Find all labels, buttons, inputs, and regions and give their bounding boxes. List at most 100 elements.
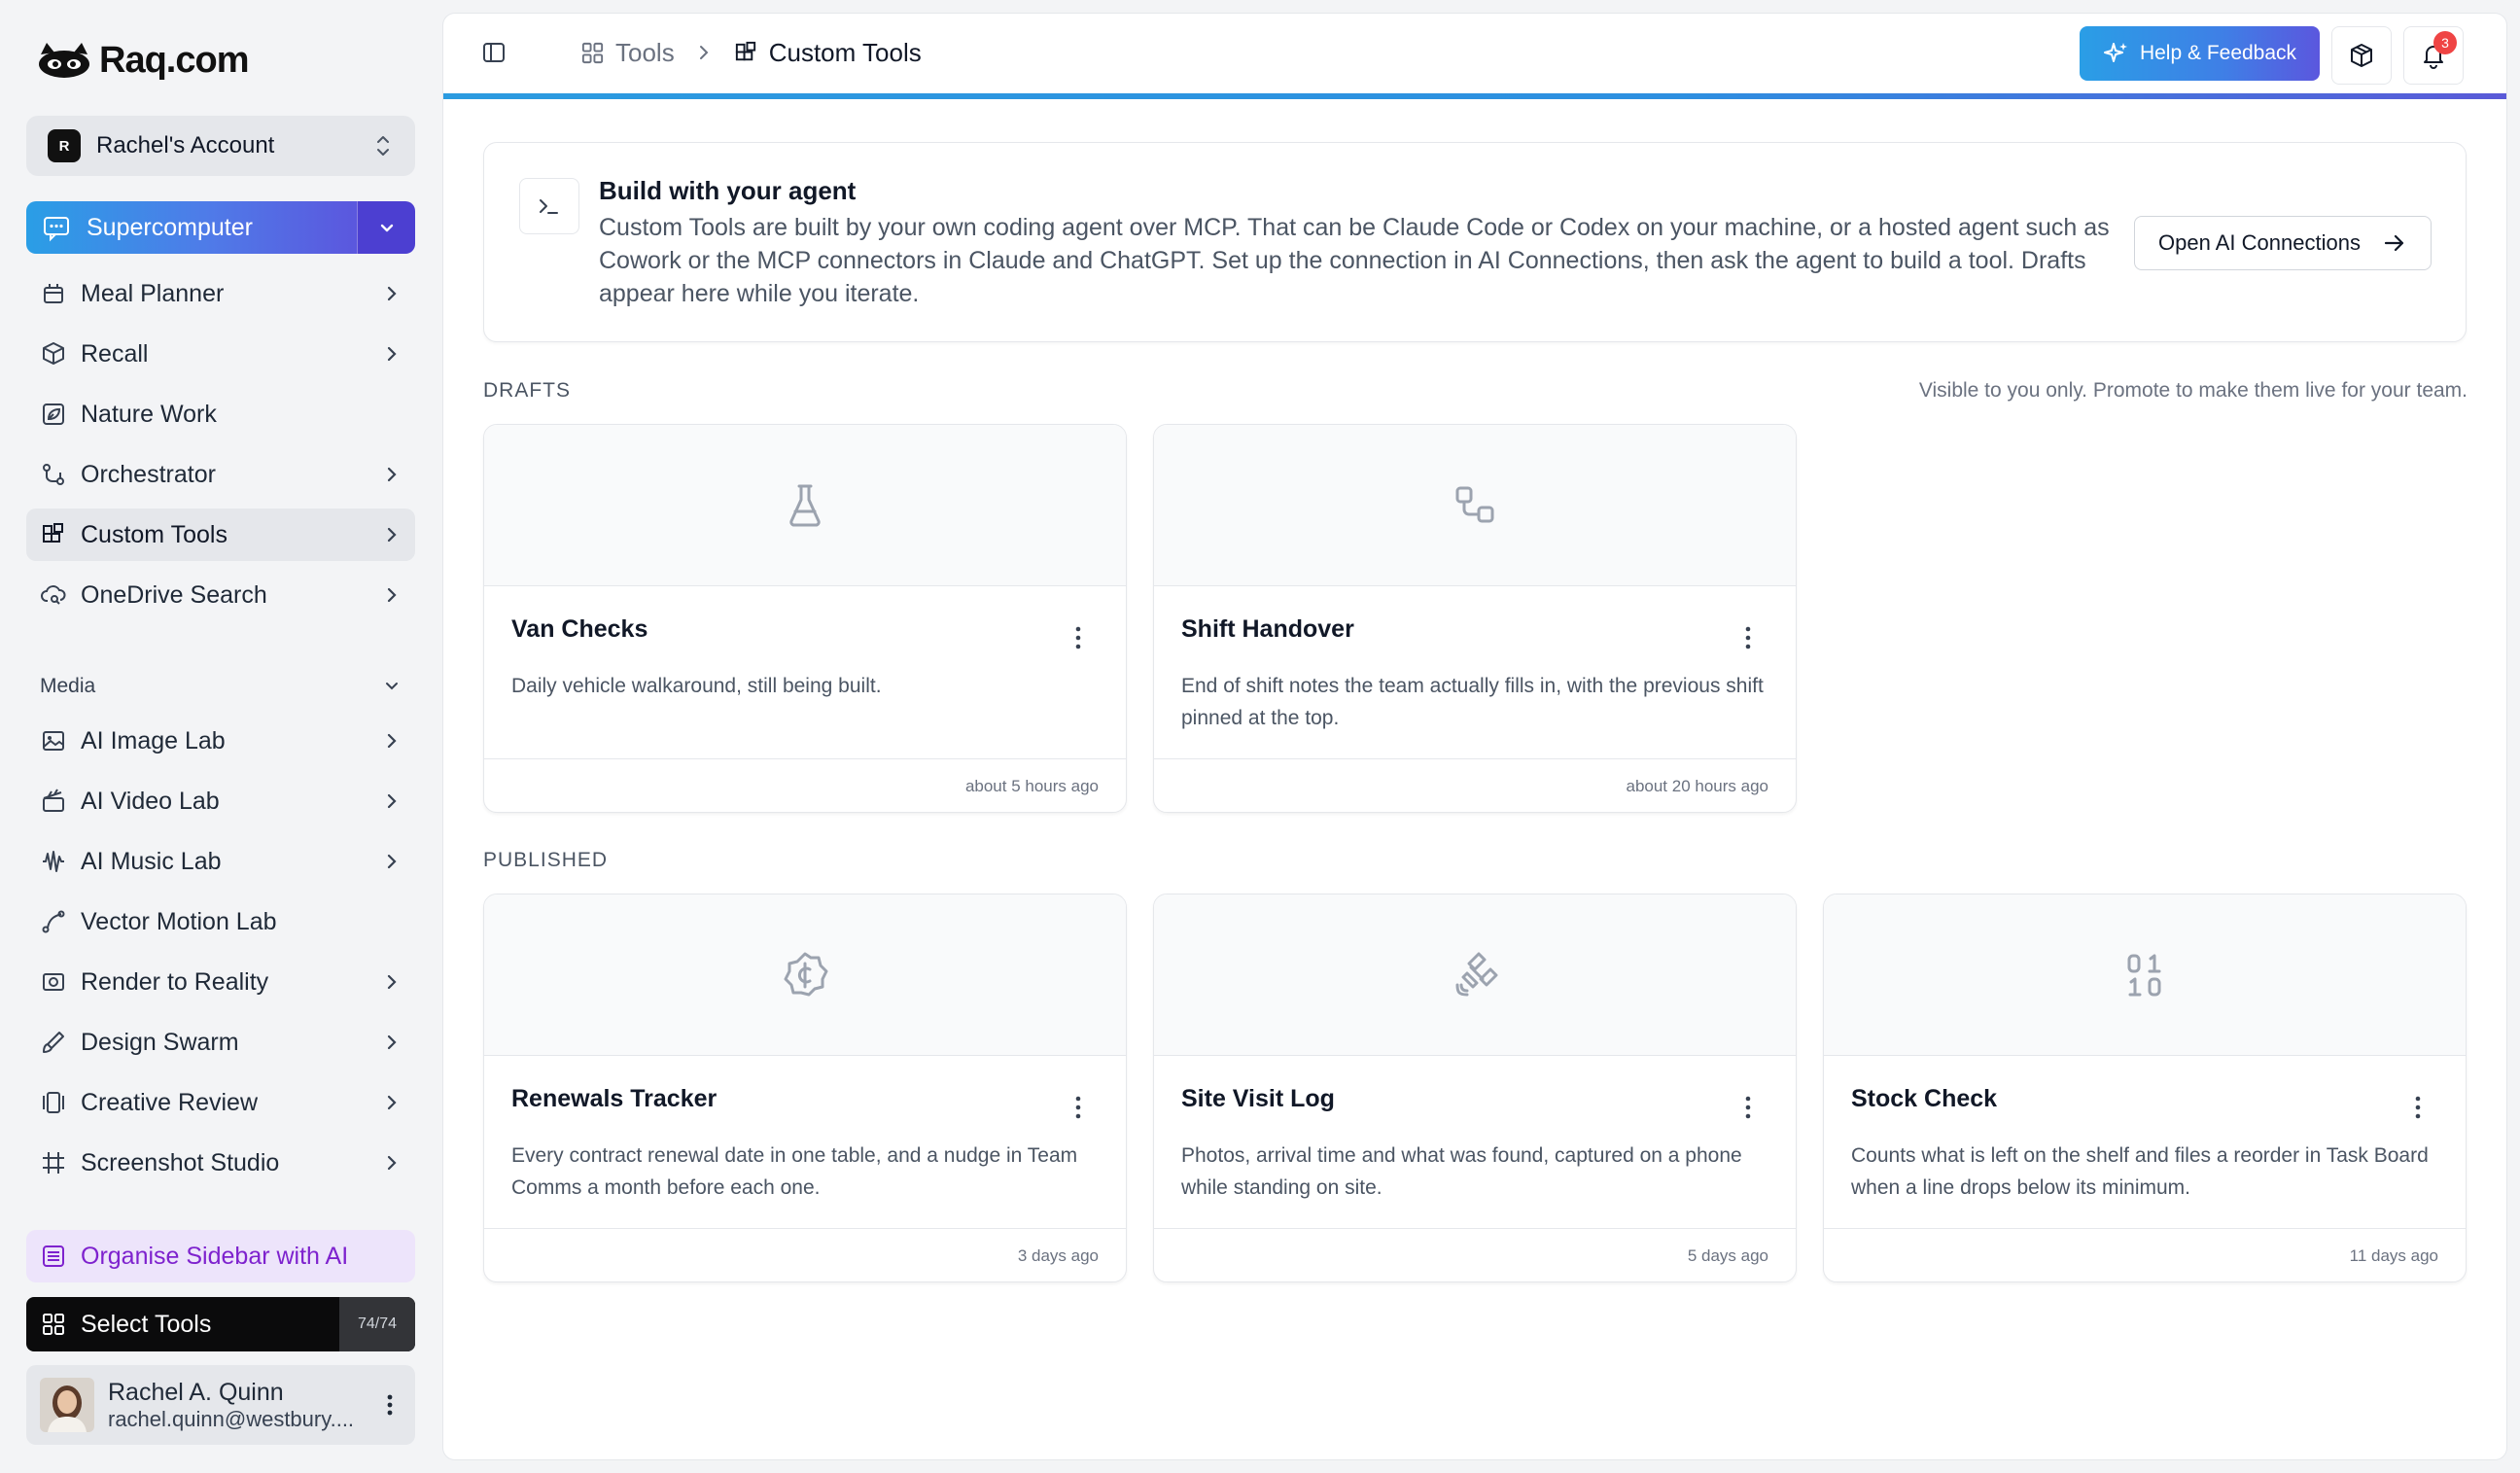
squares-link-icon <box>1455 486 1494 522</box>
render-icon <box>43 973 64 991</box>
chevron-right-icon <box>387 974 397 990</box>
user-profile[interactable]: Rachel A. Quinn rachel.quinn@westbury...… <box>26 1365 415 1445</box>
flask-icon <box>789 484 821 526</box>
more-vertical-icon[interactable] <box>378 1390 402 1420</box>
sidebar-item-meal-planner[interactable]: Meal Planner <box>26 267 415 320</box>
sidebar-item-screenshot-studio[interactable]: Screenshot Studio <box>26 1137 415 1189</box>
image-icon <box>43 731 64 751</box>
brand-name: Raq.com <box>99 39 249 81</box>
drafts-heading: DRAFTS <box>483 379 571 402</box>
breadcrumb-tools[interactable]: Tools <box>579 38 675 68</box>
sidebar-item-nature-work[interactable]: Nature Work <box>26 388 415 440</box>
tool-card-renewals-tracker[interactable]: Renewals Tracker Every contract renewal … <box>483 894 1127 1282</box>
card-footer: 11 days ago <box>1824 1228 2466 1281</box>
sidebar-item-vector-motion-lab[interactable]: Vector Motion Lab <box>26 895 415 948</box>
more-vertical-icon[interactable] <box>1073 1095 1083 1120</box>
breadcrumb-custom-tools: Custom Tools <box>733 38 922 68</box>
sidebar-item-label: Design Swarm <box>81 1028 239 1056</box>
sidebar-item-design-swarm[interactable]: Design Swarm <box>26 1016 415 1069</box>
tool-card-site-visit-log[interactable]: Site Visit Log Photos, arrival time and … <box>1153 894 1797 1282</box>
card-timestamp: 5 days ago <box>1687 1246 1768 1265</box>
sidebar-item-recall[interactable]: Recall <box>26 328 415 380</box>
sidebar-item-custom-tools[interactable]: Custom Tools <box>26 509 415 561</box>
cloud-search-icon <box>41 585 66 605</box>
sidebar-item-creative-review[interactable]: Creative Review <box>26 1076 415 1129</box>
satellite-icon <box>1455 952 1498 996</box>
chevron-right-icon <box>387 286 397 301</box>
select-tools-button[interactable]: Select Tools 74/74 <box>26 1297 415 1351</box>
chevron-right-icon <box>387 854 397 869</box>
sidebar-item-orchestrator[interactable]: Orchestrator <box>26 448 415 501</box>
card-header <box>1154 425 1796 586</box>
chevron-right-icon <box>387 587 397 603</box>
tool-card-stock-check[interactable]: Stock Check Counts what is left on the s… <box>1823 894 2467 1282</box>
tools-count-badge: 74/74 <box>339 1297 415 1351</box>
sidebar-item-label: AI Video Lab <box>81 787 220 815</box>
sidebar-item-ai-music-lab[interactable]: AI Music Lab <box>26 835 415 888</box>
chevron-right-icon <box>387 1095 397 1110</box>
leaf-icon <box>43 403 64 425</box>
chevron-right-icon <box>387 733 397 749</box>
organise-sidebar-button[interactable]: Organise Sidebar with AI <box>26 1230 415 1282</box>
page-title: Custom Tools <box>768 37 922 67</box>
media-section-toggle[interactable]: Media <box>40 675 402 698</box>
sidebar-item-label: Vector Motion Lab <box>81 907 277 935</box>
more-vertical-icon[interactable] <box>1743 625 1753 650</box>
account-switcher[interactable]: R Rachel's Account <box>26 116 415 176</box>
tool-card-shift-handover[interactable]: Shift Handover End of shift notes the te… <box>1153 424 1797 813</box>
user-name: Rachel A. Quinn <box>108 1378 284 1406</box>
chevron-right-icon <box>387 346 397 362</box>
sidebar-item-render-to-reality[interactable]: Render to Reality <box>26 956 415 1008</box>
notifications-button[interactable]: 3 <box>2403 26 2464 85</box>
more-vertical-icon[interactable] <box>1743 1095 1753 1120</box>
top-progress-bar <box>443 93 2506 99</box>
binary-icon <box>2127 954 2161 996</box>
card-header <box>484 425 1126 586</box>
tool-card-van-checks[interactable]: Van Checks Daily vehicle walkaround, sti… <box>483 424 1127 813</box>
card-title: Van Checks <box>511 615 648 643</box>
build-with-agent-callout: Build with your agent Custom Tools are b… <box>483 142 2467 342</box>
sidebar-item-label: Nature Work <box>81 400 217 428</box>
sidebar-item-label: Screenshot Studio <box>81 1148 280 1176</box>
card-description: Photos, arrival time and what was found,… <box>1181 1144 1742 1199</box>
sidebar-item-ai-image-lab[interactable]: AI Image Lab <box>26 715 415 767</box>
packages-button[interactable] <box>2331 26 2392 85</box>
card-header <box>1824 894 2466 1056</box>
sidebar-media-nav: AI Image Lab AI Video Lab AI Music Lab V… <box>26 715 415 1220</box>
sidebar-item-label: Custom Tools <box>81 520 228 548</box>
supercomputer-button[interactable]: Supercomputer <box>26 201 357 254</box>
help-feedback-button[interactable]: Help & Feedback <box>2080 26 2320 81</box>
sidebar-item-label: OneDrive Search <box>81 580 267 609</box>
more-vertical-icon[interactable] <box>1073 625 1083 650</box>
card-footer: about 5 hours ago <box>484 758 1126 812</box>
open-ai-connections-label: Open AI Connections <box>2158 230 2361 255</box>
drafts-note: Visible to you only. Promote to make the… <box>1918 379 2468 402</box>
chevron-right-icon <box>387 1155 397 1171</box>
sidebar-item-label: Recall <box>81 339 149 368</box>
brand-logo[interactable]: Raq.com <box>35 39 249 82</box>
more-vertical-icon[interactable] <box>2413 1095 2423 1120</box>
open-ai-connections-button[interactable]: Open AI Connections <box>2134 216 2432 270</box>
card-timestamp: 11 days ago <box>2349 1246 2438 1265</box>
blocks-icon <box>735 41 755 60</box>
supercomputer-dropdown-button[interactable] <box>357 201 415 254</box>
card-footer: 3 days ago <box>484 1228 1126 1281</box>
sidebar-item-label: Orchestrator <box>81 460 216 488</box>
sidebar-item-label: Creative Review <box>81 1088 259 1116</box>
sidebar-item-onedrive-search[interactable]: OneDrive Search <box>26 569 415 621</box>
brush-icon <box>43 1032 64 1053</box>
card-title: Renewals Tracker <box>511 1085 718 1112</box>
chevron-down-icon <box>386 683 398 690</box>
calendar-pot-icon <box>44 284 63 303</box>
grid-icon <box>43 1314 64 1335</box>
package-icon <box>2351 44 2372 67</box>
chevron-right-icon <box>387 467 397 482</box>
card-title: Stock Check <box>1851 1085 1998 1112</box>
sparkles-icon <box>2103 43 2127 62</box>
help-feedback-label: Help & Feedback <box>2139 42 2297 64</box>
sidebar-toggle-icon[interactable] <box>480 39 508 66</box>
gallery-icon <box>43 1092 64 1113</box>
chevrons-up-down-icon <box>377 136 389 156</box>
sidebar-item-ai-video-lab[interactable]: AI Video Lab <box>26 775 415 827</box>
user-email: rachel.quinn@westbury.... <box>108 1406 355 1431</box>
